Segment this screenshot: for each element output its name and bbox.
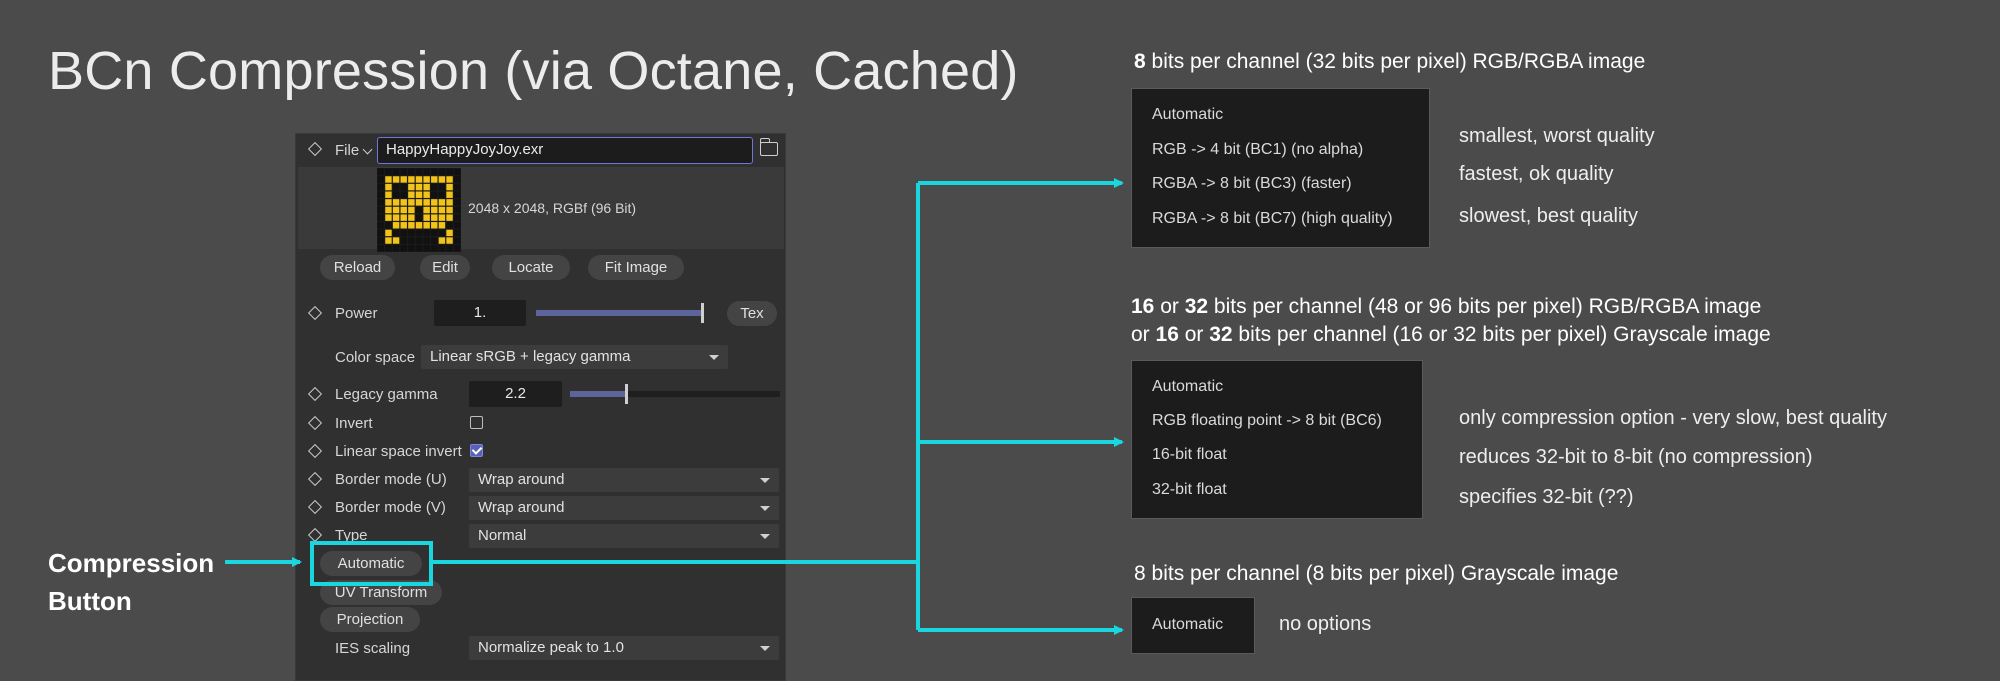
option-rgb-float-bc6[interactable]: RGB floating point -> 8 bit (BC6)	[1152, 412, 1382, 430]
option-rgba-bc7[interactable]: RGBA -> 8 bit (BC7) (high quality)	[1152, 210, 1393, 228]
group-16-32bit-caption-line-1: 16 or 32 bits per channel (48 or 96 bits…	[1131, 295, 1762, 318]
note-bc6: only compression option - very slow, bes…	[1459, 407, 1887, 429]
note-no-options: no options	[1279, 613, 1372, 635]
option-rgb-bc1[interactable]: RGB -> 4 bit (BC1) (no alpha)	[1152, 141, 1363, 159]
option-automatic[interactable]: Automatic	[1152, 378, 1223, 396]
note-bc3: fastest, ok quality	[1459, 163, 1614, 185]
group-grayscale-caption: 8 bits per channel (8 bits per pixel) Gr…	[1134, 562, 1619, 585]
option-automatic[interactable]: Automatic	[1152, 616, 1223, 634]
note-16bit: reduces 32-bit to 8-bit (no compression)	[1459, 446, 1813, 468]
group-16-32bit-options-box: Automatic RGB floating point -> 8 bit (B…	[1131, 360, 1423, 519]
note-bc7: slowest, best quality	[1459, 205, 1638, 227]
option-rgba-bc3[interactable]: RGBA -> 8 bit (BC3) (faster)	[1152, 175, 1352, 193]
option-automatic[interactable]: Automatic	[1152, 106, 1223, 124]
option-16bit-float[interactable]: 16-bit float	[1152, 446, 1227, 464]
group-8bit-options-box: Automatic RGB -> 4 bit (BC1) (no alpha) …	[1131, 88, 1430, 248]
option-32bit-float[interactable]: 32-bit float	[1152, 481, 1227, 499]
group-8bit-caption: 8 bits per channel (32 bits per pixel) R…	[1134, 50, 1646, 73]
group-grayscale-options-box: Automatic	[1131, 597, 1255, 654]
note-bc1: smallest, worst quality	[1459, 125, 1655, 147]
group-16-32bit-caption-line-2: or 16 or 32 bits per channel (16 or 32 b…	[1131, 323, 1771, 346]
note-32bit: specifies 32-bit (??)	[1459, 486, 1634, 508]
